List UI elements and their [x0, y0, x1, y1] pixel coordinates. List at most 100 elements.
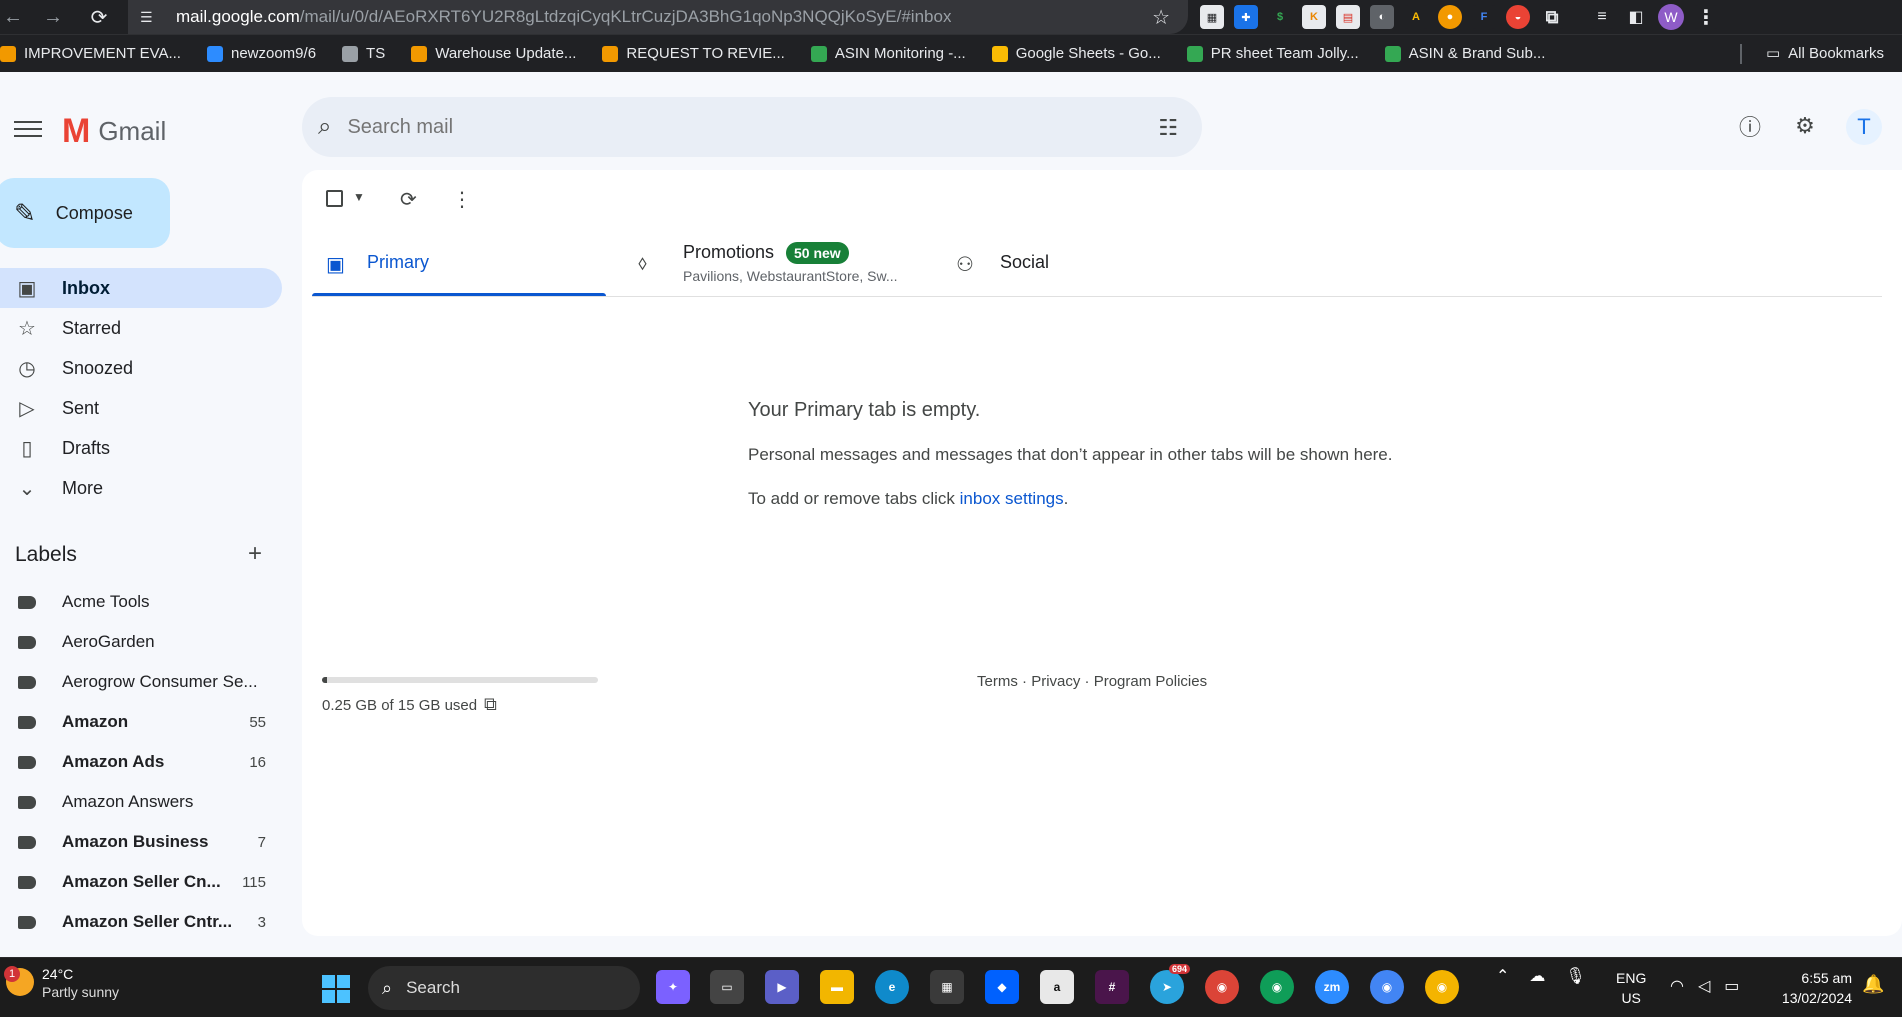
- open-storage-icon[interactable]: ⧉: [484, 694, 497, 715]
- bookmark-item[interactable]: ASIN Monitoring -...: [810, 45, 966, 62]
- onedrive-icon[interactable]: ☁: [1529, 966, 1545, 986]
- all-bookmarks-button[interactable]: ▭ All Bookmarks: [1766, 44, 1884, 63]
- label-item[interactable]: Amazon Seller Cn... 115: [0, 862, 282, 902]
- amazon-chart-extension-icon[interactable]: ▤: [1336, 5, 1360, 29]
- back-icon[interactable]: ←: [0, 0, 30, 34]
- settings-gear-icon[interactable]: ⚙: [1791, 112, 1819, 140]
- account-avatar[interactable]: T: [1846, 109, 1882, 145]
- scout-extension-icon[interactable]: A: [1404, 5, 1428, 29]
- label-item[interactable]: AeroGarden: [0, 622, 282, 662]
- compose-button[interactable]: ✎ Compose: [0, 178, 170, 248]
- sidebar-item-sent[interactable]: ▷ Sent: [0, 388, 282, 428]
- zoom-app-icon[interactable]: zm: [1315, 970, 1349, 1004]
- profile-avatar[interactable]: W: [1658, 4, 1684, 30]
- label-tag-icon: [18, 595, 36, 609]
- keepa-extension-icon[interactable]: K: [1302, 5, 1326, 29]
- reload-icon[interactable]: ⟳: [82, 0, 116, 34]
- site-info-icon[interactable]: ☰: [140, 9, 158, 26]
- microphone-icon[interactable]: 🎙: [1565, 966, 1585, 986]
- taskbar-search[interactable]: ⌕ Search: [368, 966, 640, 1010]
- start-button[interactable]: [322, 975, 350, 1003]
- label-item[interactable]: Amazon Answers: [0, 782, 282, 822]
- language-indicator[interactable]: ENG US: [1616, 968, 1646, 1008]
- f-extension-icon[interactable]: F: [1472, 5, 1496, 29]
- chrome-app-icon-1[interactable]: ◉: [1205, 970, 1239, 1004]
- empty-state-title: Your Primary tab is empty.: [748, 399, 981, 421]
- program-policies-link[interactable]: Program Policies: [1094, 673, 1207, 690]
- sidebar-item-starred[interactable]: ☆ Starred: [0, 308, 282, 348]
- bookmark-item[interactable]: TS: [342, 45, 385, 62]
- help-icon[interactable]: ⓘ: [1736, 112, 1764, 140]
- bookmark-item[interactable]: REQUEST TO REVIE...: [602, 45, 785, 62]
- task-view-icon[interactable]: ▭: [710, 970, 744, 1004]
- promotions-new-badge: 50 new: [786, 242, 849, 264]
- teams-app-icon[interactable]: ▶: [765, 970, 799, 1004]
- slack-app-icon[interactable]: #: [1095, 970, 1129, 1004]
- store-app-icon[interactable]: ▦: [930, 970, 964, 1004]
- privacy-link[interactable]: Privacy: [1031, 673, 1080, 690]
- telegram-app-icon[interactable]: ➤ 694: [1150, 964, 1190, 1004]
- bookmark-item[interactable]: newzoom9/6: [206, 45, 316, 62]
- people-icon: ⚇: [956, 254, 974, 276]
- jungle-extension-icon[interactable]: $: [1268, 5, 1292, 29]
- inbox-settings-link[interactable]: inbox settings: [960, 489, 1064, 508]
- amazon-app-icon[interactable]: a: [1040, 970, 1074, 1004]
- search-icon[interactable]: ⌕: [318, 113, 331, 141]
- select-dropdown-icon[interactable]: ▼: [353, 190, 365, 204]
- side-panel-icon[interactable]: ◧: [1624, 5, 1648, 29]
- orange-extension-icon[interactable]: ●: [1438, 5, 1462, 29]
- search-input[interactable]: [347, 115, 1088, 139]
- label-item[interactable]: Amazon Seller Cntr... 3: [0, 902, 282, 942]
- bookmark-item[interactable]: PR sheet Team Jolly...: [1186, 45, 1359, 62]
- chrome-app-icon-2[interactable]: ◉: [1260, 970, 1294, 1004]
- bookmark-item[interactable]: IMPROVEMENT EVA...: [0, 45, 181, 62]
- bookmark-item[interactable]: Google Sheets - Go...: [991, 45, 1161, 62]
- more-options-icon[interactable]: ⋮: [452, 187, 472, 212]
- add-label-icon[interactable]: +: [248, 540, 262, 568]
- media-icon[interactable]: ≡: [1590, 5, 1614, 29]
- bookmark-item[interactable]: Warehouse Update...: [411, 45, 576, 62]
- copilot-app-icon[interactable]: ✦: [656, 970, 690, 1004]
- weather-widget[interactable]: 1 24°C Partly sunny: [4, 964, 119, 1000]
- sidebar-item-drafts[interactable]: ▯ Drafts: [0, 428, 282, 468]
- show-hidden-icons-icon[interactable]: ⌃: [1496, 966, 1509, 986]
- chrome-app-icon-3[interactable]: ◉: [1370, 970, 1404, 1004]
- dropbox-app-icon[interactable]: ◆: [985, 970, 1019, 1004]
- address-bar[interactable]: ☰ mail.google.com/mail/u/0/d/AEoRXRT6YU2…: [128, 0, 1188, 34]
- gmail-logo[interactable]: M Gmail: [62, 112, 166, 151]
- off-extension-icon[interactable]: ◐: [1370, 5, 1394, 29]
- qr-extension-icon[interactable]: ▦: [1200, 5, 1224, 29]
- system-clock[interactable]: 6:55 am 13/02/2024: [1760, 968, 1852, 1008]
- storage-usage-text: 0.25 GB of 15 GB used: [322, 697, 478, 714]
- label-item[interactable]: Aerogrow Consumer Se...: [0, 662, 282, 702]
- label-item[interactable]: Amazon Ads 16: [0, 742, 282, 782]
- puzzle-extension-icon[interactable]: ⧉: [1540, 5, 1564, 29]
- label-item[interactable]: Amazon 55: [0, 702, 282, 742]
- sidebar-item-more[interactable]: ⌄ More: [0, 468, 282, 508]
- search-bar[interactable]: ⌕ ☷: [302, 97, 1202, 157]
- forward-icon[interactable]: →: [36, 0, 70, 34]
- network-volume-battery[interactable]: ◠ ◁ ▭: [1670, 976, 1739, 996]
- search-options-icon[interactable]: ☷: [1158, 115, 1178, 141]
- tab-primary[interactable]: ▣ Primary: [326, 242, 606, 297]
- bookmark-star-icon[interactable]: ☆: [1152, 5, 1170, 30]
- sidebar-item-inbox[interactable]: ▣ Inbox: [0, 268, 282, 308]
- browser-menu-icon[interactable]: ⋮: [1694, 5, 1718, 29]
- terms-link[interactable]: Terms: [977, 673, 1018, 690]
- browser-toolbar: ← → ⟳ ☰ mail.google.com/mail/u/0/d/AEoRX…: [0, 0, 1902, 34]
- tab-social[interactable]: ⚇ Social: [956, 242, 1106, 297]
- file-explorer-icon[interactable]: ▬: [820, 970, 854, 1004]
- bookmark-item[interactable]: ASIN & Brand Sub...: [1384, 45, 1545, 62]
- pokeball-extension-icon[interactable]: ◒: [1506, 5, 1530, 29]
- label-item[interactable]: Amazon Business 7: [0, 822, 282, 862]
- label-item[interactable]: Acme Tools: [0, 582, 282, 622]
- sidebar-item-snoozed[interactable]: ◷ Snoozed: [0, 348, 282, 388]
- label-unread-count: 55: [249, 713, 266, 731]
- chrome-app-icon-4[interactable]: ◉: [1425, 970, 1459, 1004]
- refresh-icon[interactable]: ⟳: [400, 187, 417, 212]
- select-all-checkbox[interactable]: [326, 190, 343, 207]
- main-menu-icon[interactable]: [14, 116, 42, 140]
- notifications-bell-icon[interactable]: 🔔: [1862, 974, 1884, 995]
- helium-extension-icon[interactable]: ✚: [1234, 5, 1258, 29]
- edge-app-icon[interactable]: e: [875, 970, 909, 1004]
